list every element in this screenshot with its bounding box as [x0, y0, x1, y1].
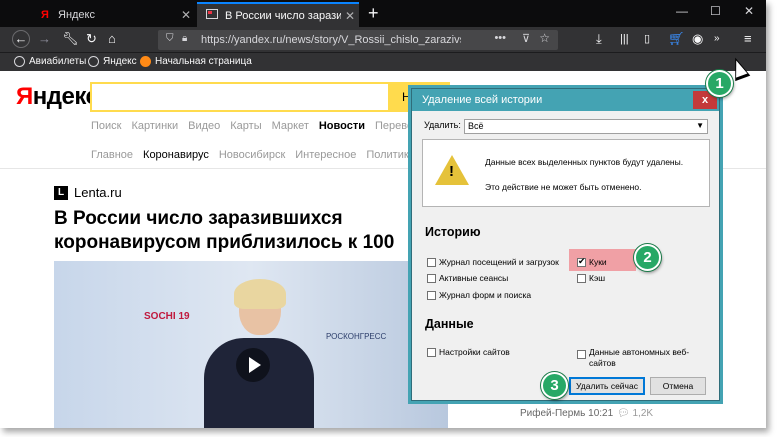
new-tab-button[interactable]: + [368, 3, 379, 23]
rubric-link[interactable]: Политика [366, 149, 415, 161]
service-link[interactable]: Видео [188, 120, 220, 132]
forward-button[interactable]: → [38, 31, 51, 47]
url-text: https://yandex.ru/news/story/V_Rossii_ch… [201, 34, 461, 46]
tab-label: В России число заразивших [225, 9, 341, 22]
forms-checkbox[interactable]: Журнал форм и поиска [427, 290, 531, 300]
rubric-link-active[interactable]: Коронавирус [143, 149, 209, 161]
url-bar[interactable]: ⛉ 🔒︎ https://yandex.ru/news/story/V_Ross… [158, 30, 558, 50]
service-link[interactable]: Маркет [272, 120, 309, 132]
time-range-select[interactable]: Всё ▼ [464, 119, 708, 134]
chevron-down-icon: ▼ [696, 121, 704, 130]
play-icon[interactable] [236, 348, 270, 382]
warning-box: ! Данные всех выделенных пунктов будут у… [422, 139, 710, 207]
dialog-title: Удаление всей истории [412, 89, 719, 111]
pocket-icon[interactable]: ⊽ [522, 32, 530, 45]
yandex-favicon-icon: Я [41, 8, 49, 21]
article-photo[interactable]: SOCHI 19 РОСКОНГРЕСС [54, 261, 448, 428]
service-link[interactable]: Поиск [91, 120, 121, 132]
service-link[interactable]: Картинки [131, 120, 178, 132]
callout-badge: 3 [541, 372, 568, 399]
side-news-source: Рифей-Пермь 10:21 [520, 408, 614, 419]
side-news-count: 💬︎ 1,2K [617, 408, 654, 419]
service-link-active[interactable]: Новости [319, 120, 365, 132]
warning-text: Это действие не может быть отменено. [485, 182, 642, 192]
bookmarks-toolbar: Авиабилеты Яндекс Начальная страница [0, 52, 766, 71]
lock-icon: 🔒︎ [182, 33, 188, 44]
clear-now-button[interactable]: Удалить сейчас [569, 377, 645, 395]
search-input[interactable]: Найти [90, 82, 450, 112]
photo-sign: РОСКОНГРЕСС [326, 332, 387, 341]
rubric-link[interactable]: Главное [91, 149, 133, 161]
bookmark-star-icon[interactable]: ☆ [539, 31, 550, 45]
shield-icon: ⛉ [166, 33, 174, 44]
rubric-link[interactable]: Новосибирск [219, 149, 285, 161]
home-icon[interactable]: ⌂ [108, 31, 116, 47]
cookies-checkbox[interactable]: Куки [577, 256, 607, 267]
history-checkbox[interactable]: Журнал посещений и загрузок [427, 257, 559, 267]
clear-history-dialog: Удаление всей истории x Удалить: Всё ▼ !… [411, 88, 720, 401]
minimize-icon[interactable]: — [676, 4, 688, 18]
tab-label: Яндекс [58, 8, 95, 21]
close-tab-icon[interactable]: ✕ [341, 9, 359, 23]
bookmark-item[interactable]: Яндекс [88, 56, 137, 67]
close-window-icon[interactable]: ✕ [744, 4, 754, 18]
back-button[interactable]: ← [12, 30, 30, 48]
downloads-icon[interactable]: ⤓ [596, 31, 602, 47]
maximize-icon[interactable]: ☐ [710, 4, 721, 18]
services-nav: Поиск Картинки Видео Карты Маркет Новост… [91, 120, 436, 132]
photo-sign: SOCHI 19 [144, 311, 190, 322]
bookmark-item[interactable]: Авиабилеты [14, 56, 86, 67]
rubric-link[interactable]: Интересное [295, 149, 356, 161]
library-icon[interactable]: ||| [620, 31, 629, 47]
bookmark-item[interactable]: Начальная страница [140, 56, 252, 67]
globe-icon [88, 56, 99, 67]
warning-text: Данные всех выделенных пунктов будут уда… [485, 157, 684, 167]
wrench-icon[interactable]: 🔧︎ [62, 31, 79, 47]
more-dots-icon[interactable]: ••• [494, 32, 506, 44]
cart-icon[interactable]: 🛒︎ [668, 31, 685, 47]
lenta-logo-icon: L [54, 185, 68, 200]
range-label: Удалить: [424, 120, 461, 130]
rubrics-nav: Главное Коронавирус Новосибирск Интересн… [91, 149, 415, 161]
overflow-icon[interactable]: » [714, 31, 720, 47]
cache-checkbox[interactable]: Кэш [577, 273, 605, 283]
tab-bar: Я Яндекс ✕ В России число заразивших ✕ +… [0, 0, 766, 27]
navigation-toolbar: ← → 🔧︎ ↻ ⌂ ⛉ 🔒︎ https://yandex.ru/news/s… [0, 27, 766, 52]
reload-icon[interactable]: ↻ [86, 31, 97, 47]
sessions-checkbox[interactable]: Активные сеансы [427, 273, 508, 283]
sidebar-icon[interactable]: ▯ [644, 31, 650, 47]
service-link[interactable]: Карты [230, 120, 261, 132]
site-settings-checkbox[interactable]: Настройки сайтов [427, 347, 510, 357]
callout-badge: 1 [706, 70, 733, 97]
cancel-button[interactable]: Отмена [650, 377, 706, 395]
firefox-icon [140, 56, 151, 67]
article-headline[interactable]: В России число заразившихся коронавирусо… [54, 207, 414, 255]
news-favicon-icon [205, 9, 219, 22]
screenshot-frame: Я Яндекс ✕ В России число заразивших ✕ +… [0, 0, 766, 428]
news-source[interactable]: L Lenta.ru [54, 185, 122, 200]
warning-icon: ! [435, 155, 469, 185]
yandex-logo[interactable]: Яндекс [16, 83, 99, 111]
tab-yandex[interactable]: Я Яндекс ✕ [30, 2, 195, 27]
offline-data-checkbox[interactable]: Данные автономных веб-сайтов [577, 347, 707, 369]
data-heading: Данные [425, 317, 474, 331]
history-heading: Историю [425, 225, 481, 239]
close-tab-icon[interactable]: ✕ [177, 8, 195, 22]
account-icon[interactable]: ◉ [692, 31, 703, 47]
globe-icon [14, 56, 25, 67]
tab-news[interactable]: В России число заразивших ✕ [197, 2, 359, 27]
menu-icon[interactable]: ≡ [744, 31, 752, 47]
callout-badge: 2 [634, 244, 661, 271]
